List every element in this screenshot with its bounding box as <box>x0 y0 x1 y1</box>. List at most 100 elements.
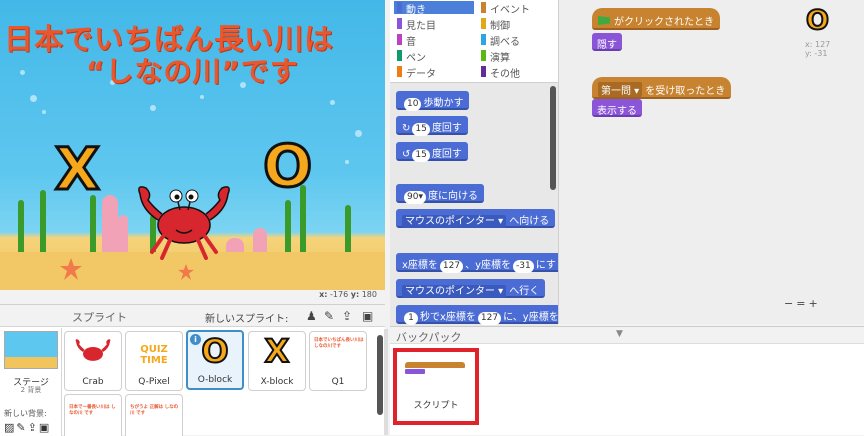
seconds-input[interactable]: 1 <box>404 312 418 325</box>
block-label: 度回す <box>431 149 462 160</box>
category-2[interactable]: 見た目 <box>394 17 474 32</box>
mini-hat-block <box>405 362 465 368</box>
seaweed <box>90 195 96 260</box>
when-i-receive-hat[interactable]: 第一問 ▾ を受け取ったとき <box>592 77 732 99</box>
category-color-swatch <box>397 2 402 13</box>
hide-block[interactable]: 隠す <box>592 33 622 51</box>
stage-thumbnail[interactable] <box>4 331 58 369</box>
sprite-tile-x-block[interactable]: X X-block <box>248 331 306 391</box>
category-label: 演算 <box>490 53 510 64</box>
crab-thumbnail <box>65 336 121 371</box>
move-steps-block[interactable]: 10 歩動かす <box>396 91 470 111</box>
degrees-input[interactable]: 15 <box>412 123 430 136</box>
paint-backdrop-icon[interactable]: ✎ <box>16 421 27 434</box>
steps-input[interactable]: 10 <box>404 98 422 111</box>
backdrop-library-icon[interactable]: ▨ <box>4 421 16 434</box>
seaweed <box>18 200 24 260</box>
direction-input[interactable]: 90▾ <box>404 191 426 204</box>
turn-left-block[interactable]: ↺ 15 度回す <box>396 142 468 162</box>
paint-new-sprite-icon[interactable]: ✎ <box>324 309 334 323</box>
palette-scrollbar[interactable] <box>550 86 556 190</box>
x-input[interactable]: 127 <box>439 260 464 273</box>
point-towards-block[interactable]: マウスのポインター ▾ へ向ける <box>396 209 556 228</box>
block-label: 度に向ける <box>427 191 478 202</box>
block-label: 表示する <box>597 106 637 117</box>
camera-icon[interactable]: ▣ <box>362 309 373 323</box>
y-input[interactable]: -31 <box>513 260 534 273</box>
target-dropdown[interactable]: マウスのポインター ▾ <box>402 215 507 228</box>
backpack-script-item[interactable]: スクリプト <box>393 348 479 425</box>
category-5[interactable]: 調べる <box>478 33 558 48</box>
go-to-xy-block[interactable]: x座標を 127 、y座標を -31 にす <box>396 253 558 273</box>
x-input[interactable]: 127 <box>477 312 502 325</box>
message-dropdown[interactable]: 第一問 ▾ <box>598 82 643 97</box>
degrees-input[interactable]: 15 <box>412 149 430 162</box>
backpack-header[interactable]: バックパック ▼ <box>390 327 864 344</box>
mouse-x-value: -176 <box>330 290 349 299</box>
choose-sprite-from-library-icon[interactable]: ♟ <box>306 309 317 323</box>
category-6[interactable]: ペン <box>394 49 474 64</box>
category-4[interactable]: 音 <box>394 33 474 48</box>
block-label: へ向ける <box>509 216 550 227</box>
bubble <box>200 95 204 99</box>
sprite-tile-answer[interactable]: 日本で一番長い川は しなの川 です <box>64 394 122 436</box>
sprite-tile-wrong[interactable]: ちがうよ 正解は しなの川 です <box>125 394 183 436</box>
crab-sprite[interactable] <box>132 180 236 260</box>
message-value: 第一問 <box>601 86 631 97</box>
bubble <box>30 95 37 102</box>
turn-left-icon: ↺ <box>402 149 411 160</box>
category-7[interactable]: 演算 <box>478 49 558 64</box>
block-label: x座標を <box>402 260 438 271</box>
green-flag-icon <box>598 16 610 25</box>
sprite-tile-q1[interactable]: 日本でいちばん長い川は しなの川です Q1 <box>309 331 367 391</box>
q1-thumbnail: 日本でいちばん長い川は しなの川です <box>314 338 364 349</box>
when-flag-clicked-hat[interactable]: がクリックされたとき <box>592 8 720 30</box>
category-3[interactable]: 制御 <box>478 17 558 32</box>
block-label: にす <box>535 260 556 271</box>
stage-canvas[interactable]: 日本でいちばん長い川は “しなの川”です X O <box>0 0 385 290</box>
backdrop-camera-icon[interactable]: ▣ <box>39 421 51 434</box>
zoom-in-icon[interactable]: + <box>808 297 820 310</box>
glide-block[interactable]: 1 秒でx座標を 127 に、y座標を <box>396 305 558 325</box>
block-label: 、y座標を <box>465 260 512 271</box>
block-label: 歩動かす <box>423 98 464 109</box>
zoom-controls: −=+ <box>784 297 821 310</box>
upload-backdrop-icon[interactable]: ⇪ <box>28 421 39 434</box>
current-sprite-preview: O <box>805 4 830 37</box>
x-block-sprite[interactable]: X <box>54 134 102 205</box>
sprite-tile-q-pixel[interactable]: QUIZ TIME Q-Pixel <box>125 331 183 391</box>
show-block[interactable]: 表示する <box>592 99 642 117</box>
upload-sprite-icon[interactable]: ⇪ <box>342 309 352 323</box>
category-9[interactable]: その他 <box>478 65 558 80</box>
category-color-swatch <box>481 34 486 45</box>
new-backdrop-label: 新しい背景: <box>4 409 47 418</box>
category-color-swatch <box>481 66 486 77</box>
category-0[interactable]: 動き <box>394 1 474 16</box>
target-dropdown[interactable]: マウスのポインター ▾ <box>402 285 507 298</box>
seaweed <box>40 190 46 260</box>
stage-title-line2: “しなの川”です <box>86 55 299 88</box>
zoom-out-icon[interactable]: − <box>784 297 796 310</box>
sprite-name: X-block <box>260 377 294 387</box>
starfish <box>178 264 194 280</box>
bubble <box>150 105 156 111</box>
block-label: に、y座標を <box>503 312 558 323</box>
stage-selector[interactable]: ステージ 2 背景 新しい背景: ▨✎⇪▣ <box>0 328 62 436</box>
category-color-swatch <box>397 34 402 45</box>
category-1[interactable]: イベント <box>478 1 558 16</box>
zoom-reset-icon[interactable]: = <box>796 297 808 310</box>
mouse-coordinates: x: -176 y: 180 <box>0 290 385 302</box>
sprite-tile-o-block[interactable]: i O O-block <box>186 330 244 390</box>
sprite-list-scrollbar[interactable] <box>377 335 383 415</box>
backpack-title: バックパック <box>396 331 462 344</box>
point-in-direction-block[interactable]: 90▾ 度に向ける <box>396 184 484 204</box>
collapse-arrow-icon[interactable]: ▼ <box>616 329 623 339</box>
category-8[interactable]: データ <box>394 65 474 80</box>
x-block-thumbnail: X <box>264 331 291 371</box>
go-to-block[interactable]: マウスのポインター ▾ へ行く <box>396 279 546 298</box>
mini-look-block <box>405 369 425 374</box>
backdrop-tools: ▨✎⇪▣ <box>4 421 51 434</box>
turn-right-block[interactable]: ↻ 15 度回す <box>396 116 468 136</box>
sprite-tile-crab[interactable]: Crab <box>64 331 122 391</box>
block-categories: 動き イベント 見た目 制御音 調べる ペン 演算データ その他 <box>390 0 558 82</box>
